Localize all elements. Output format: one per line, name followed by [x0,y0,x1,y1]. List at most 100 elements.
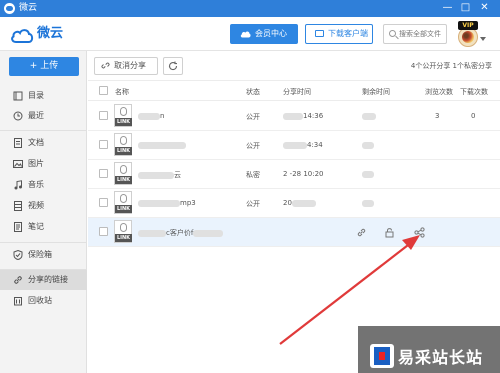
close-icon[interactable]: ✕ [477,1,492,15]
sidebar-item-documents[interactable]: 文档 [0,133,87,153]
sidebar-item-label: 文档 [28,138,44,147]
sidebar-item-shared-links[interactable]: 分享的链接 [0,270,87,290]
remaining-time [362,112,376,120]
link-badge: LINK [115,234,132,242]
upload-button[interactable]: + 上传 [9,57,79,76]
content-toolbar: 取消分享 4个公开分享 1个私密分享 [88,51,500,81]
file-name-visible: mp3 [180,199,196,207]
sidebar-item-label: 图片 [28,159,44,168]
share-summary: 4个公开分享 1个私密分享 [410,62,492,70]
table-row[interactable]: LINK mp3 公开 20 [88,189,500,218]
sidebar-item-label: 最近 [28,111,44,120]
sidebar-item-label: 保险箱 [28,250,52,259]
window-titlebar: 微云 — □ ✕ [0,0,500,17]
file-name[interactable]: mp3 [138,199,196,207]
file-name-visible: 云 [174,171,181,179]
sidebar-item-label: 视频 [28,201,44,210]
file-name[interactable]: 云 [138,170,181,180]
row-checkbox[interactable] [99,140,108,149]
table-row[interactable]: LINK n 公开 14:36 3 0 [88,102,500,131]
sidebar-item-safe[interactable]: 保险箱 [0,245,87,265]
column-header-name[interactable]: 名称 [115,87,129,97]
maximize-icon[interactable]: □ [458,1,473,15]
watermark-logo-icon [370,344,394,368]
refresh-icon [168,61,178,71]
share-time: 2 -28 10:20 [283,170,324,178]
link-file-icon: LINK [114,162,132,185]
cloud-logo-icon [11,29,34,43]
sidebar-item-label: 笔记 [28,222,44,231]
file-name[interactable]: c客户价f [138,228,224,238]
site-watermark: 易采站长站 [358,326,500,373]
share-status: 公开 [246,113,260,121]
user-avatar[interactable]: VIP [458,21,486,47]
vip-center-button[interactable]: 会员中心 [230,24,298,44]
row-checkbox[interactable] [99,227,108,236]
paperclip-icon [120,194,127,203]
row-checkbox[interactable] [99,169,108,178]
image-icon [13,160,23,168]
search-icon [389,30,396,37]
shield-icon [13,250,23,260]
note-icon [14,222,22,232]
remaining-time [362,141,374,149]
column-header-share-time[interactable]: 分享时间 [283,87,311,97]
table-row[interactable]: LINK 云 私密 2 -28 10:20 [88,160,500,189]
sidebar-item-music[interactable]: 音乐 [0,175,87,195]
select-all-checkbox[interactable] [99,86,108,95]
share-time: 4:34 [283,141,323,149]
file-name-visible: n [160,112,165,120]
table-header: 名称 状态 分享时间 剩余时间 浏览次数 下载次数 [88,81,500,101]
app-header: 微云 会员中心 下载客户端 VIP [0,17,500,51]
column-header-downloads[interactable]: 下载次数 [460,87,488,97]
share-time-visible: 4:34 [307,141,323,149]
watermark-text: 易采站长站 [398,348,484,367]
sidebar-item-label: 音乐 [28,180,44,189]
logo-text: 微云 [37,26,64,41]
share-time: 20 [283,199,316,207]
search-input[interactable] [399,27,446,41]
sidebar-item-videos[interactable]: 视频 [0,196,87,216]
weiyun-app-icon [4,3,15,14]
share-time: 14:36 [283,112,323,120]
sidebar: + 上传 目录 最近 文档 图片 音乐 视频 笔记 保险箱 分享的链接 回收站 [0,51,87,373]
avatar-image [458,27,478,47]
share-status: 公开 [246,142,260,150]
column-header-remaining-time[interactable]: 剩余时间 [362,87,390,97]
share-status: 公开 [246,200,260,208]
sidebar-item-recent[interactable]: 最近 [0,106,87,126]
cancel-share-label: 取消分享 [114,61,146,70]
sidebar-item-notes[interactable]: 笔记 [0,217,87,237]
link-icon [14,276,22,284]
link-file-icon: LINK [114,104,132,127]
vip-center-label: 会员中心 [255,29,287,38]
search-box [383,24,447,44]
sidebar-item-images[interactable]: 图片 [0,154,87,174]
sidebar-item-directory[interactable]: 目录 [0,86,87,106]
sidebar-item-recycle-bin[interactable]: 回收站 [0,291,87,311]
download-client-button[interactable]: 下载客户端 [305,24,373,44]
music-icon [14,180,22,190]
remaining-time [362,199,374,207]
column-header-status[interactable]: 状态 [246,87,260,97]
minimize-icon[interactable]: — [440,1,455,15]
row-checkbox[interactable] [99,198,108,207]
column-header-views[interactable]: 浏览次数 [425,87,453,97]
link-file-icon: LINK [114,220,132,243]
view-count: 3 [435,112,440,120]
cancel-share-button[interactable]: 取消分享 [94,57,158,75]
refresh-button[interactable] [163,57,183,75]
file-name[interactable]: n [138,112,164,120]
download-client-label: 下载客户端 [328,29,368,38]
table-row[interactable]: LINK 公开 4:34 [88,131,500,160]
link-badge: LINK [115,176,132,184]
share-time-visible: 20 [283,199,292,207]
sidebar-item-label: 回收站 [28,296,52,305]
share-time-visible: 14:36 [303,112,324,120]
chevron-down-icon[interactable] [480,37,486,41]
document-icon [14,138,22,148]
row-checkbox[interactable] [99,111,108,120]
paperclip-icon [120,107,127,116]
file-name[interactable] [138,141,186,149]
link-file-icon: LINK [114,133,132,156]
